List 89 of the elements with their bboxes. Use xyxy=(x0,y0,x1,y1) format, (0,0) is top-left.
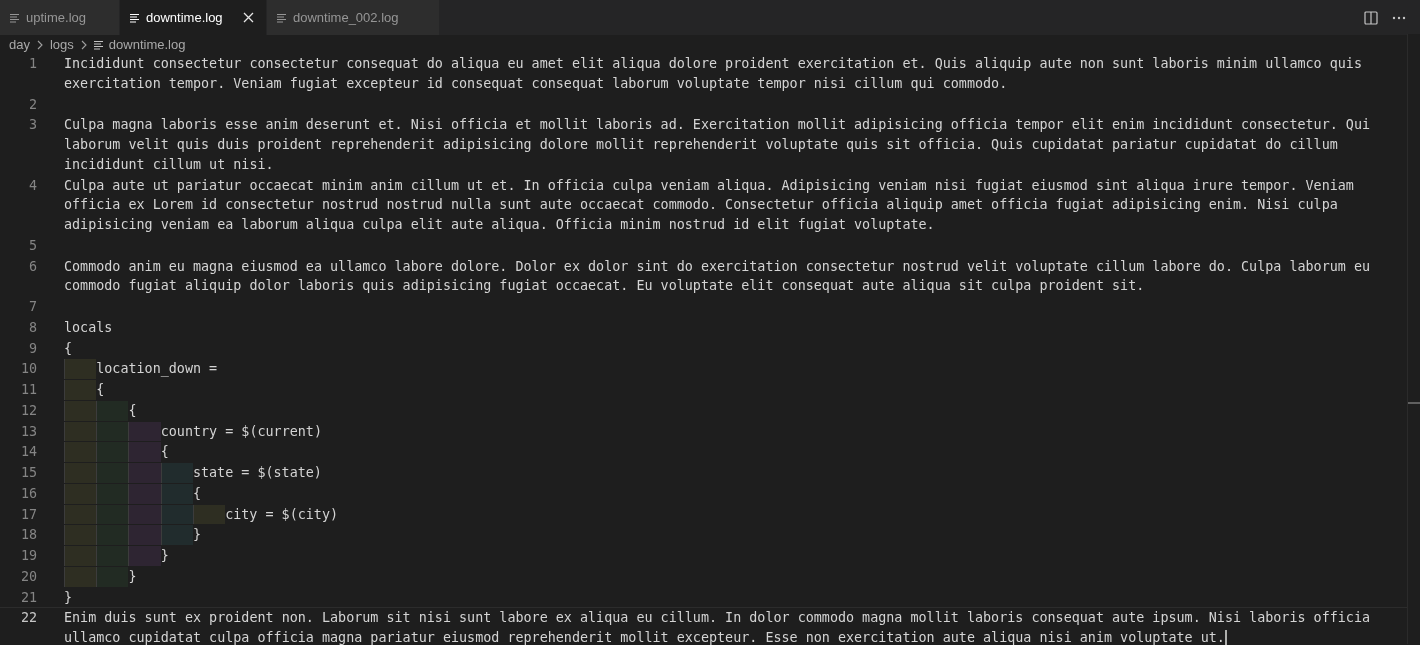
chevron-right-icon xyxy=(80,39,87,50)
code-line: Incididunt consectetur consectetur consequat do aliqua eu amet elit aliqua dolore proident exercitation et. Quis aliquip aute non sunt laboris minim ullamco quis exercitation tempor. Veniam fugiat excepteur id consequat consequat laborum voluptate tempor nisi cillum qui commodo. xyxy=(64,55,1363,93)
line-number: 11 xyxy=(19,381,37,399)
indent-guide xyxy=(128,504,161,525)
line-number: 10 xyxy=(19,360,37,379)
file-lines-icon xyxy=(277,12,287,23)
line-number: 14 xyxy=(19,443,37,462)
line-number: 8 xyxy=(27,318,37,337)
code-line: locals xyxy=(64,318,113,337)
line-number: 20 xyxy=(19,567,37,586)
split-editor-icon[interactable] xyxy=(1364,10,1378,25)
code-line: Culpa aute ut pariatur occaecat minim anim cillum ut et. In officia culpa veniam aliqua. Adipisicing veniam nisi fugiat eiusmod sint aliqua irure tempor. Veniam officia ex Lorem id consectetur nostrud nostrud nulla sunt aute occaecat commodo. Consectetur officia aliquip amet officia fugiat adipisicing enim. Nisi culpa adipisicing veniam ea laborum aliqua culpa elit aute aliqua. Officia minim nostrud id elit fugiat voluptate. xyxy=(64,176,1355,234)
line-number: 6 xyxy=(27,257,37,276)
file-lines-icon xyxy=(10,12,20,23)
indent-guide xyxy=(160,525,193,545)
indent-guide xyxy=(96,483,129,504)
indent-guide xyxy=(160,483,193,504)
line-number: 13 xyxy=(19,422,37,441)
indent-guide xyxy=(96,421,129,442)
indent-guide xyxy=(128,525,161,545)
close-icon[interactable] xyxy=(243,12,254,23)
indent-guide xyxy=(64,421,97,442)
code-line: country = $(current) xyxy=(160,422,322,441)
indent-guide xyxy=(64,566,97,587)
chevron-right-icon xyxy=(36,39,43,50)
line-number: 1 xyxy=(27,55,37,73)
code-line: } xyxy=(64,588,73,607)
code-line: } xyxy=(160,547,169,565)
line-number: 5 xyxy=(27,236,37,255)
code-line: Enim duis sunt ex proident non. Laborum sit nisi sunt labore ex aliqua eu cillum. In dolor commodo magna mollit laboris consequat aute ipsum. Nisi laboris officia ullamco cupidatat culpa officia magna pariatur eiusmod reprehenderit mollit excepteur. Esse non exercitation aute aliqua nisi anim voluptate ut. xyxy=(64,608,1387,645)
line-number: 15 xyxy=(19,464,37,482)
line-number: 17 xyxy=(19,505,37,524)
indent-guide xyxy=(64,400,97,421)
line-number: 22 xyxy=(19,609,37,628)
indent-guide xyxy=(64,504,97,525)
code-line: { xyxy=(96,381,105,399)
breadcrumb-item[interactable]: logs xyxy=(49,37,74,52)
indent-guide xyxy=(192,504,226,525)
indent-guide xyxy=(96,546,129,566)
line-number: 12 xyxy=(19,401,37,420)
code-line: { xyxy=(192,484,201,503)
line-number: 4 xyxy=(27,176,37,195)
indent-guide xyxy=(96,504,129,525)
editor-tab[interactable]: downtime_002.log xyxy=(267,0,440,35)
editor-tab[interactable]: downtime.log xyxy=(120,0,267,35)
indent-guide xyxy=(96,400,129,421)
indent-guide xyxy=(128,463,161,483)
indent-guide xyxy=(64,463,97,483)
indent-guide xyxy=(128,546,161,566)
indent-guide xyxy=(64,483,97,504)
indent-guide xyxy=(96,442,129,462)
code-line: } xyxy=(192,526,201,545)
indent-guide xyxy=(64,359,97,379)
indent-guide xyxy=(160,463,193,483)
code-line: city = $(city) xyxy=(225,505,339,524)
code-line: Culpa magna laboris esse anim deserunt et. Nisi officia et mollit laboris ad. Exercitation mollit adipisicing officia tempor elit enim incididunt consectetur. Qui laborum velit quis duis proident reprehenderit adipisicing dolore mollit reprehenderit voluptate quis sit officia. Quis cupidatat pariatur cupidatat do cillum incididunt cillum ut nisi. xyxy=(64,116,1372,174)
file-lines-icon xyxy=(130,12,140,23)
line-number: 16 xyxy=(19,484,37,503)
code-line: { xyxy=(64,339,73,358)
line-number: 21 xyxy=(19,588,37,607)
indent-guide xyxy=(128,442,161,462)
breadcrumb-item[interactable]: downtime.log xyxy=(108,37,186,52)
line-number: 7 xyxy=(27,298,37,316)
line-number: 18 xyxy=(19,526,37,545)
code-line: { xyxy=(128,401,137,420)
code-line: state = $(state) xyxy=(192,464,322,482)
breadcrumb-item[interactable]: day xyxy=(9,37,30,52)
line-number: 2 xyxy=(27,95,37,114)
indent-guide xyxy=(128,421,161,442)
code-line: } xyxy=(128,567,137,586)
indent-guide xyxy=(96,525,129,545)
scrollbar[interactable] xyxy=(1407,34,1420,644)
line-number: 3 xyxy=(27,116,37,135)
indent-guide xyxy=(128,483,161,504)
indent-guide xyxy=(64,525,97,545)
indent-guide xyxy=(160,504,193,525)
code-line: location_down = xyxy=(96,360,218,379)
file-lines-icon xyxy=(93,39,104,50)
more-actions-icon[interactable] xyxy=(1392,15,1406,20)
indent-guide xyxy=(96,566,129,587)
editor-tab[interactable]: uptime.log xyxy=(0,0,120,35)
line-number: 9 xyxy=(27,339,37,358)
code-line: Commodo anim eu magna eiusmod ea ullamco labore dolore. Dolor ex dolor sint do exercitation consectetur nostrud velit voluptate cillum labore do. Culpa laborum eu commodo fugiat aliquip dolor laboris quis adipisicing fugiat occaecat. Eu voluptate elit consequat aute aliqua sit culpa proident sit. xyxy=(64,257,1372,296)
indent-guide xyxy=(64,380,97,400)
indent-guide xyxy=(64,546,97,566)
line-number: 19 xyxy=(19,547,37,565)
code-line: { xyxy=(160,443,169,462)
indent-guide xyxy=(64,442,97,462)
indent-guide xyxy=(96,463,129,483)
